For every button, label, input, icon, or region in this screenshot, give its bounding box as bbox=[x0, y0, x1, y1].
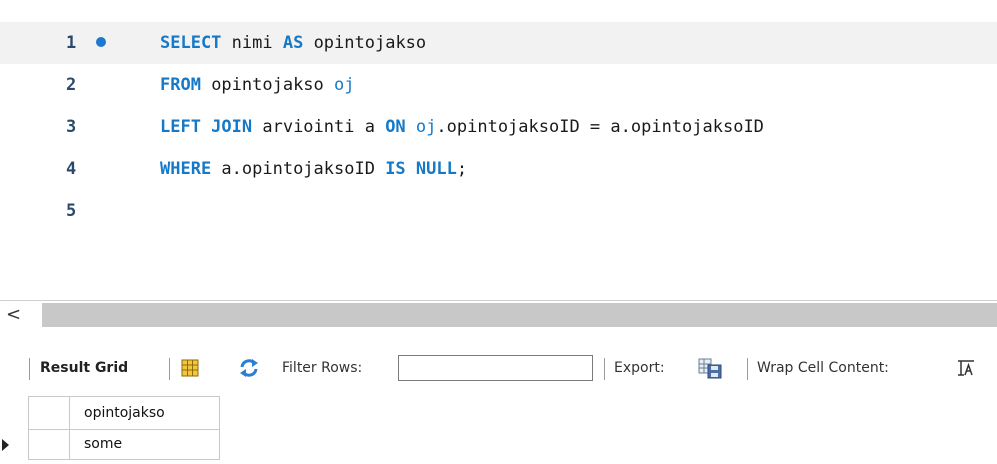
editor-line-3[interactable]: 3 LEFT JOIN arviointi a ON oj.opintojaks… bbox=[0, 106, 997, 148]
toolbar-separator bbox=[747, 358, 748, 380]
form-editor-grid-icon[interactable] bbox=[180, 358, 200, 378]
table-cell[interactable]: some bbox=[70, 430, 220, 460]
result-grid-tab[interactable]: Result Grid bbox=[40, 346, 128, 390]
column-header[interactable]: opintojakso bbox=[70, 396, 220, 430]
editor-line-1[interactable]: 1 SELECT nimi AS opintojakso bbox=[0, 22, 997, 64]
line-number: 2 bbox=[66, 75, 77, 95]
result-toolbar: Result Grid Filter Rows: Export: Wrap Ce… bbox=[0, 346, 997, 390]
code-line: LEFT JOIN arviointi a ON oj.opintojaksoI… bbox=[160, 106, 764, 148]
sql-alias: oj bbox=[334, 75, 355, 95]
sql-editor[interactable]: 1 SELECT nimi AS opintojakso 2 FROM opin… bbox=[0, 0, 997, 300]
sql-keyword: AS bbox=[282, 33, 304, 53]
sql-keyword: FROM bbox=[160, 75, 201, 95]
sql-keyword: NULL bbox=[415, 159, 457, 179]
sql-text: arviointi a bbox=[252, 117, 386, 137]
code-line: FROM opintojakso oj bbox=[160, 64, 355, 106]
sql-text: opintojakso bbox=[303, 33, 427, 53]
line-number: 5 bbox=[66, 201, 77, 221]
sql-keyword: SELECT bbox=[160, 33, 222, 53]
line-number: 3 bbox=[66, 117, 77, 137]
wrap-cell-icon[interactable] bbox=[956, 358, 976, 378]
refresh-icon[interactable] bbox=[238, 357, 260, 379]
wrap-cell-content-label: Wrap Cell Content: bbox=[757, 360, 889, 376]
toolbar-separator bbox=[169, 358, 170, 380]
toolbar-separator bbox=[29, 358, 30, 380]
scrollbar-thumb[interactable] bbox=[42, 303, 997, 327]
export-label: Export: bbox=[614, 360, 665, 376]
code-line: WHERE a.opintojaksoID IS NULL; bbox=[160, 148, 467, 190]
editor-line-5[interactable]: 5 bbox=[0, 190, 997, 232]
editor-line-2[interactable]: 2 FROM opintojakso oj bbox=[0, 64, 997, 106]
sql-alias: oj bbox=[415, 117, 437, 137]
toolbar-separator bbox=[604, 358, 605, 380]
sql-text: nimi bbox=[221, 33, 283, 53]
sql-text: ; bbox=[456, 159, 468, 179]
sql-text: opintojakso bbox=[200, 75, 335, 95]
line-number: 1 bbox=[66, 33, 77, 53]
horizontal-scrollbar[interactable]: < bbox=[0, 300, 997, 329]
editor-line-4[interactable]: 4 WHERE a.opintojaksoID IS NULL; bbox=[0, 148, 997, 190]
row-pointer-icon bbox=[2, 439, 9, 451]
filter-rows-input[interactable] bbox=[398, 355, 593, 381]
code-line: SELECT nimi AS opintojakso bbox=[160, 22, 426, 64]
sql-text: a.opintojaksoID bbox=[211, 159, 386, 179]
line-number: 4 bbox=[66, 159, 77, 179]
sql-keyword: WHERE bbox=[160, 159, 212, 179]
scroll-left-arrow-icon[interactable]: < bbox=[6, 303, 21, 327]
sql-keyword: ON bbox=[385, 117, 406, 137]
result-grid: opintojakso some bbox=[0, 396, 997, 464]
row-selector[interactable] bbox=[28, 430, 70, 460]
current-statement-dot-icon bbox=[96, 37, 106, 47]
export-icon[interactable] bbox=[698, 356, 722, 380]
grid-corner-cell[interactable] bbox=[28, 396, 70, 430]
filter-rows-label: Filter Rows: bbox=[282, 360, 363, 376]
sql-keyword: IS bbox=[385, 159, 406, 179]
sql-keyword: LEFT JOIN bbox=[160, 117, 253, 137]
sql-text: .opintojaksoID = a.opintojaksoID bbox=[436, 117, 764, 137]
